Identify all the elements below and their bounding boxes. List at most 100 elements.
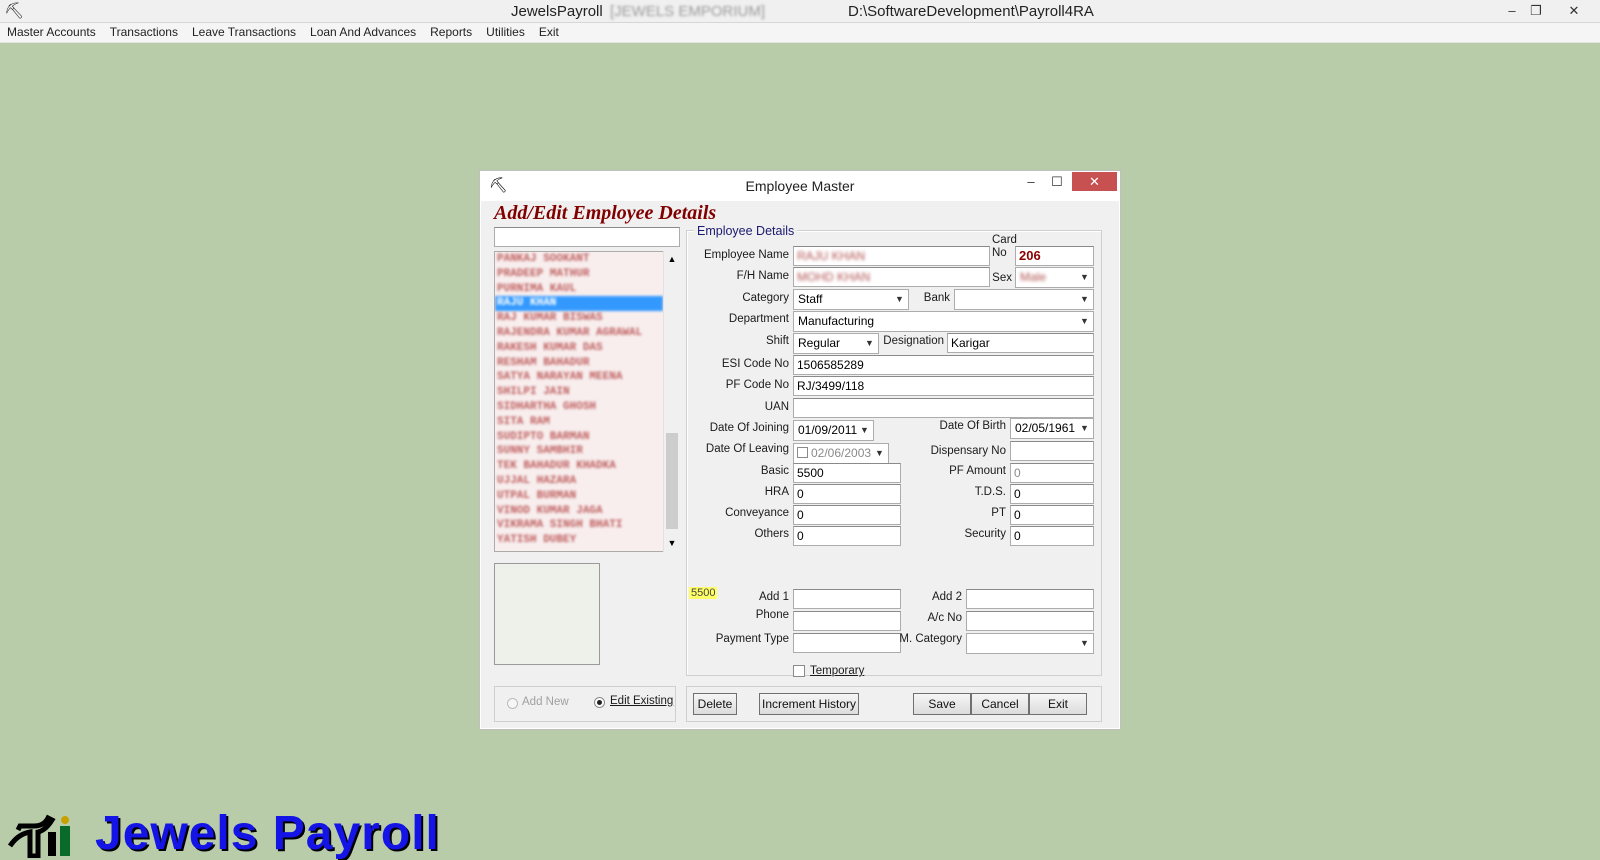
dialog-heading: Add/Edit Employee Details (494, 202, 717, 224)
date-of-leaving-picker[interactable]: 02/06/2003 ▼ (793, 443, 889, 464)
fh-name-input[interactable]: MOHD KHAN (793, 267, 990, 287)
chevron-down-icon[interactable]: ▼ (871, 444, 888, 463)
department-select[interactable]: Manufacturing ▼ (793, 311, 1094, 332)
bank-select[interactable]: ▼ (954, 289, 1094, 310)
pt-input[interactable]: 0 (1010, 505, 1094, 525)
chevron-down-icon[interactable]: ▼ (1076, 312, 1093, 331)
add1-input[interactable] (793, 589, 901, 609)
uan-input[interactable] (793, 398, 1094, 418)
edit-existing-radio[interactable] (594, 697, 605, 708)
list-item[interactable]: PANKAJ SOOKANT (495, 252, 679, 267)
list-item[interactable]: VIKRAMA SINGH BHATI (495, 518, 679, 533)
shift-select[interactable]: Regular ▼ (793, 333, 879, 354)
menu-exit[interactable]: Exit (532, 23, 566, 42)
category-select[interactable]: Staff ▼ (793, 289, 909, 310)
sex-select[interactable]: Male ▼ (1015, 267, 1094, 288)
pf-amount-input[interactable]: 0 (1010, 463, 1094, 483)
list-item[interactable]: PRADEEP MATHUR (495, 267, 679, 282)
exit-button[interactable]: Exit (1029, 693, 1087, 715)
employee-name-input[interactable]: RAJU KHAN (793, 246, 990, 266)
chevron-down-icon[interactable]: ▼ (861, 334, 878, 353)
menu-utilities[interactable]: Utilities (479, 23, 532, 42)
label-temporary[interactable]: Temporary (810, 665, 864, 677)
label-add-new[interactable]: Add New (522, 696, 569, 708)
scroll-down-icon[interactable]: ▼ (664, 535, 680, 551)
date-of-joining-picker[interactable]: 01/09/2011 ▼ (793, 420, 874, 441)
app-path: D:\SoftwareDevelopment\Payroll4RA (848, 3, 1094, 20)
menu-loan-and-advances[interactable]: Loan And Advances (303, 23, 423, 42)
m-category-select[interactable]: ▼ (966, 633, 1094, 654)
employee-search-input[interactable] (494, 227, 680, 247)
label-phone: Phone (755, 609, 789, 621)
chevron-down-icon[interactable]: ▼ (1076, 290, 1093, 309)
label-shift: Shift (765, 335, 789, 347)
list-item[interactable]: RAJ KUMAR BISWAS (495, 311, 679, 326)
delete-button[interactable]: Delete (693, 693, 737, 715)
date-of-leaving-checkbox[interactable] (797, 447, 808, 458)
save-button[interactable]: Save (913, 693, 971, 715)
list-item[interactable]: SATYA NARAYAN MEENA (495, 370, 679, 385)
list-item[interactable]: RESHAM BAHADUR (495, 356, 679, 371)
menu-transactions[interactable]: Transactions (103, 23, 185, 42)
chevron-down-icon[interactable]: ▼ (856, 421, 873, 440)
list-item[interactable]: SHILPI JAIN (495, 385, 679, 400)
phone-input[interactable] (793, 611, 901, 631)
label-hra: HRA (764, 486, 789, 498)
list-item[interactable]: VINOD KUMAR JAGA (495, 504, 679, 519)
list-item[interactable]: YATISH DUBEY (495, 533, 679, 548)
list-item[interactable]: TEK BAHADUR KHADKA (495, 459, 679, 474)
close-icon[interactable]: ✕ (1552, 0, 1596, 22)
list-item[interactable]: SUDIPTO BARMAN (495, 430, 679, 445)
chevron-down-icon[interactable]: ▼ (891, 290, 908, 309)
list-item[interactable]: UTPAL BURMAN (495, 489, 679, 504)
dialog-maximize-icon[interactable]: ☐ (1046, 172, 1068, 192)
card-no-input[interactable]: 206 (1015, 246, 1094, 266)
list-item[interactable]: SITA RAM (495, 415, 679, 430)
chevron-down-icon[interactable]: ▼ (1076, 419, 1093, 438)
designation-input[interactable]: Karigar (947, 333, 1094, 353)
label-basic: Basic (760, 465, 789, 477)
add-new-radio[interactable] (507, 698, 518, 709)
list-item[interactable]: RAKESH KUMAR DAS (495, 341, 679, 356)
scroll-up-icon[interactable]: ▲ (664, 251, 680, 267)
app-logo-icon (8, 814, 70, 858)
list-item[interactable]: PURNIMA KAUL (495, 282, 679, 297)
menu-leave-transactions[interactable]: Leave Transactions (185, 23, 303, 42)
temporary-checkbox[interactable] (793, 665, 805, 677)
dialog-close-icon[interactable]: ✕ (1072, 172, 1117, 191)
ac-no-input[interactable] (966, 611, 1094, 631)
hra-input[interactable]: 0 (793, 484, 901, 504)
others-input[interactable]: 0 (793, 526, 901, 546)
pf-code-input[interactable]: RJ/3499/118 (793, 376, 1094, 396)
app-title-bar: ⛏ JewelsPayroll [JEWELS EMPORIUM] D:\Sof… (0, 0, 1600, 23)
label-edit-existing[interactable]: Edit Existing (610, 695, 673, 707)
list-item[interactable]: UJJAL HAZARA (495, 474, 679, 489)
chevron-down-icon[interactable]: ▼ (1076, 268, 1093, 287)
label-date-of-birth: Date Of Birth (939, 420, 1006, 432)
menu-master-accounts[interactable]: Master Accounts (0, 23, 103, 42)
list-item[interactable]: SIDHARTHA GHOSH (495, 400, 679, 415)
menu-reports[interactable]: Reports (423, 23, 479, 42)
cancel-button[interactable]: Cancel (971, 693, 1029, 715)
esi-code-input[interactable]: 1506585289 (793, 355, 1094, 375)
list-item-selected[interactable]: RAJU KHAN (495, 296, 663, 312)
list-item[interactable]: RAJENDRA KUMAR AGRAWAL (495, 326, 679, 341)
chevron-down-icon[interactable]: ▼ (1076, 634, 1093, 653)
date-of-birth-picker[interactable]: 02/05/1961 ▼ (1010, 418, 1094, 439)
label-add1: Add 1 (758, 591, 789, 603)
employee-list[interactable]: PANKAJ SOOKANT PRADEEP MATHUR PURNIMA KA… (494, 251, 680, 552)
add2-input[interactable] (966, 589, 1094, 609)
label-m-category: M. Category (899, 633, 962, 645)
basic-input[interactable]: 5500 (793, 463, 901, 483)
conveyance-input[interactable]: 0 (793, 505, 901, 525)
employee-list-scrollbar[interactable]: ▲ ▼ (663, 251, 680, 552)
increment-history-button[interactable]: Increment History (759, 693, 859, 715)
scroll-thumb[interactable] (666, 433, 678, 529)
label-category: Category (742, 292, 789, 304)
dispensary-no-input[interactable] (1010, 441, 1094, 461)
label-bank: Bank (923, 292, 950, 304)
list-item[interactable]: SUNNY SAMBHIR (495, 444, 679, 459)
tds-input[interactable]: 0 (1010, 484, 1094, 504)
dialog-minimize-icon[interactable]: – (1020, 172, 1042, 192)
security-input[interactable]: 0 (1010, 526, 1094, 546)
